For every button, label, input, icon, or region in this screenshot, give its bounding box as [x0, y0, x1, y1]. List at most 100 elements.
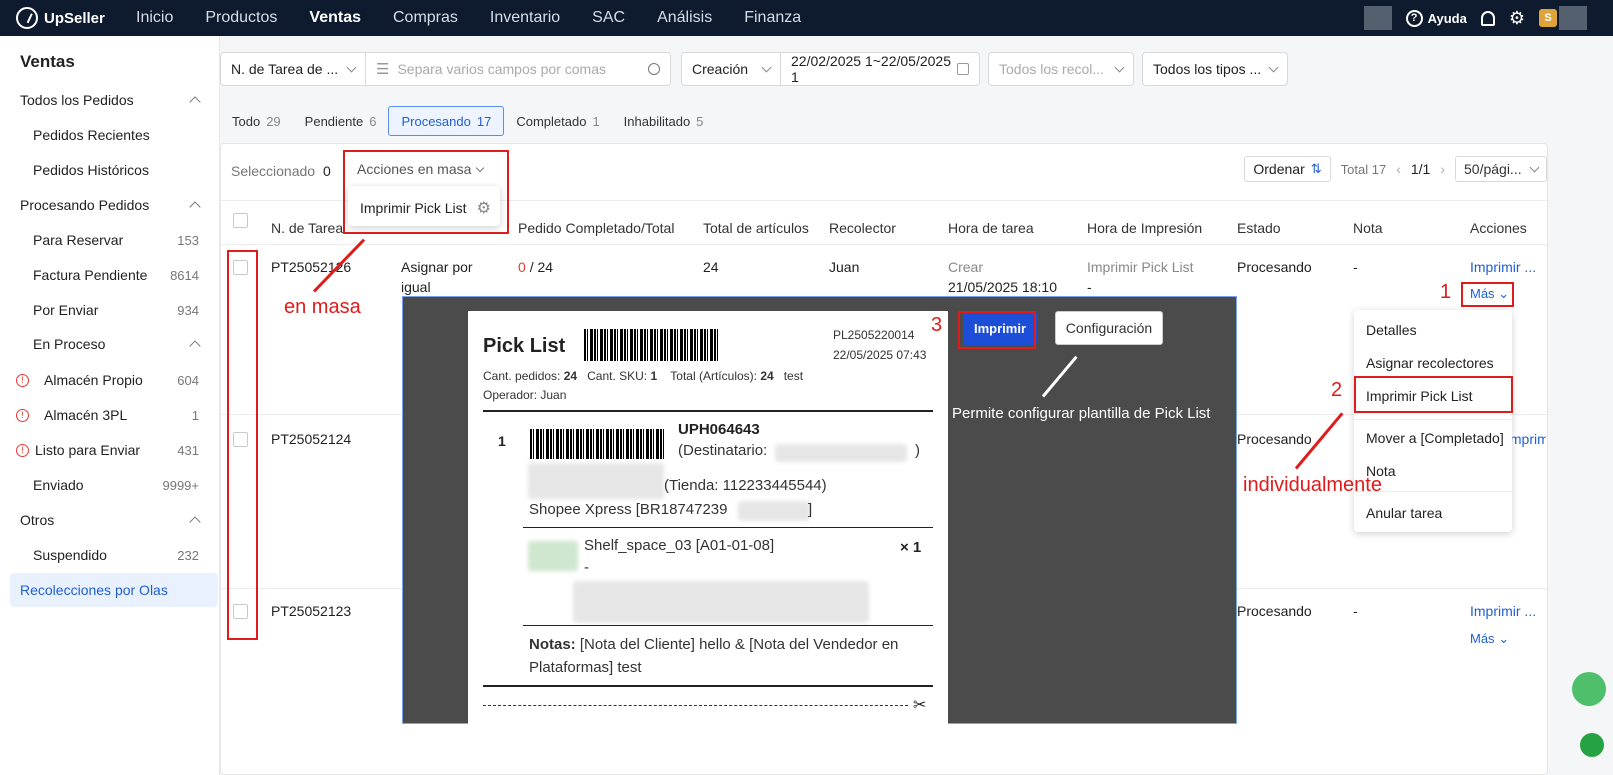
total-label: Total (Artículos):: [670, 369, 757, 383]
types-select[interactable]: Todos los tipos ...: [1142, 52, 1288, 86]
tab-todo[interactable]: Todo 29: [220, 106, 293, 136]
configuration-button[interactable]: Configuración: [1055, 311, 1163, 345]
sidebar-group-otros[interactable]: Otros: [0, 503, 219, 537]
completed-count: 0: [518, 259, 526, 275]
gear-icon[interactable]: ⚙: [1509, 9, 1525, 27]
blurred-product-name: [573, 581, 869, 623]
sidebar-item-label: Listo para Enviar: [35, 442, 141, 458]
sidebar-item-label: Pedidos Históricos: [33, 162, 149, 178]
tab-count: 1: [592, 113, 600, 129]
sidebar-item-label: Otros: [20, 512, 55, 528]
nav-compras[interactable]: Compras: [393, 9, 458, 27]
sidebar-item-suspendido[interactable]: Suspendido 232: [0, 538, 219, 572]
date-type-value: Creación: [692, 61, 749, 77]
upseller-logo[interactable]: UpSeller: [16, 7, 105, 29]
nav-analisis[interactable]: Análisis: [657, 9, 712, 27]
print-pick-list-link[interactable]: Imprimir ...: [1506, 429, 1546, 449]
question-icon: ?: [1405, 9, 1423, 27]
notes-label: Notas:: [529, 636, 576, 653]
page-indicator: 1/1: [1410, 161, 1431, 177]
sidebar-item-factura-pendiente[interactable]: Factura Pendiente 8614: [0, 258, 219, 292]
menu-item-mover-completado[interactable]: Mover a [Completado]: [1366, 430, 1504, 446]
nav-inicio[interactable]: Inicio: [136, 9, 173, 27]
print-time-label: Imprimir Pick List: [1087, 259, 1194, 275]
nav-sac[interactable]: SAC: [592, 9, 625, 27]
sidebar-item-pedidos-recientes[interactable]: Pedidos Recientes: [0, 118, 219, 152]
page-size-select[interactable]: 50/pági...: [1455, 156, 1547, 182]
sidebar-item-enviado[interactable]: Enviado 9999+: [0, 468, 219, 502]
menu-item-asignar-recolectores[interactable]: Asignar recolectores: [1366, 355, 1494, 371]
scissors-icon: ✂: [913, 697, 927, 714]
sidebar-item-por-enviar[interactable]: Por Enviar 934: [0, 293, 219, 327]
carrier-line: Shopee Xpress [BR18747239: [529, 501, 728, 518]
carrier-close: ]: [808, 501, 813, 518]
nav-inventario[interactable]: Inventario: [490, 9, 560, 27]
nav-ventas[interactable]: Ventas: [309, 9, 361, 27]
nav-finanza[interactable]: Finanza: [744, 9, 801, 27]
plan-badge-icon: S: [1539, 9, 1557, 27]
date-type-select[interactable]: Creación: [681, 52, 781, 86]
sidebar-item-pedidos-historicos[interactable]: Pedidos Históricos: [0, 153, 219, 187]
summary-note: test: [783, 369, 804, 383]
store-avatar[interactable]: [1363, 6, 1392, 30]
sidebar-item-count: 1: [191, 407, 199, 423]
chevron-up-icon: [189, 96, 201, 108]
print-pick-list-link[interactable]: Imprimir ...: [1470, 257, 1536, 277]
sidebar-group-en-proceso[interactable]: En Proceso: [0, 327, 219, 361]
task-time-label: Crear: [948, 259, 984, 275]
status-text: Procesando: [1237, 431, 1312, 447]
sort-label: Ordenar: [1253, 161, 1305, 177]
chevron-up-icon: [189, 201, 201, 213]
divider: [523, 625, 933, 626]
sidebar-group-procesando-pedidos[interactable]: Procesando Pedidos: [0, 188, 219, 222]
sidebar-item-almacen-propio[interactable]: ! Almacén Propio 604: [0, 363, 219, 397]
column-header-collector: Recolector: [829, 220, 896, 236]
sku-label: Cant. SKU:: [587, 369, 648, 383]
sidebar-item-recolecciones-por-olas[interactable]: Recolecciones por Olas: [10, 573, 218, 607]
task-type-select[interactable]: N. de Tarea de ...: [220, 52, 366, 86]
chevron-down-icon: [1268, 62, 1279, 72]
pick-list-title: Pick List: [483, 335, 566, 357]
collectors-select[interactable]: Todos los recol...: [988, 52, 1134, 86]
sidebar-item-label: Para Reservar: [33, 232, 124, 248]
tab-count: 29: [266, 113, 281, 129]
sidebar-group-todos-los-pedidos[interactable]: Todos los Pedidos: [0, 83, 219, 117]
select-all-checkbox[interactable]: [233, 213, 248, 228]
upseller-logo-icon: [16, 7, 38, 29]
collectors-placeholder: Todos los recol...: [999, 61, 1105, 77]
prev-page-icon[interactable]: ‹: [1396, 161, 1401, 177]
configuration-caption: Permite configurar plantilla de Pick Lis…: [952, 405, 1211, 422]
search-icon[interactable]: [648, 63, 660, 75]
divider: [483, 685, 933, 687]
user-menu[interactable]: S: [1539, 6, 1587, 30]
sidebar-item-count: 934: [177, 302, 199, 318]
note-text: -: [1353, 259, 1358, 275]
sidebar-item-para-reservar[interactable]: Para Reservar 153: [0, 223, 219, 257]
print-pick-list-link[interactable]: Imprimir ...: [1470, 601, 1536, 621]
bell-icon[interactable]: [1480, 10, 1495, 26]
nav-productos[interactable]: Productos: [205, 9, 277, 27]
menu-item-anular-tarea[interactable]: Anular tarea: [1366, 505, 1442, 521]
task-type-value: N. de Tarea de ...: [231, 61, 339, 77]
tab-procesando[interactable]: Procesando 17: [388, 106, 505, 136]
annotation-step-1: 1: [1440, 281, 1452, 303]
completed-total: 0 / 24: [518, 257, 553, 277]
selected-count: 0: [322, 163, 331, 179]
column-header-status: Estado: [1237, 220, 1281, 236]
menu-item-detalles[interactable]: Detalles: [1366, 322, 1417, 338]
date-range-picker[interactable]: 22/02/2025 1~22/05/2025 1: [780, 52, 980, 86]
annotation-box-print: [958, 311, 1036, 349]
tab-inhabilitado[interactable]: Inhabilitado 5: [612, 106, 716, 136]
whatsapp-icon[interactable]: [1580, 733, 1604, 757]
search-input[interactable]: ☰ Separa varios campos por comas: [365, 52, 671, 86]
help-button[interactable]: ? Ayuda: [1405, 9, 1467, 27]
chat-widget-icon[interactable]: [1572, 672, 1606, 706]
tab-pendiente[interactable]: Pendiente 6: [293, 106, 389, 136]
sort-button[interactable]: Ordenar ⇅: [1244, 156, 1331, 182]
sidebar-item-almacen-3pl[interactable]: ! Almacén 3PL 1: [0, 398, 219, 432]
sidebar-item-listo-para-enviar[interactable]: ! Listo para Enviar 431: [0, 433, 219, 467]
next-page-icon[interactable]: ›: [1440, 161, 1445, 177]
more-actions-button[interactable]: Más ⌄: [1470, 629, 1509, 649]
task-number: PT25052124: [271, 431, 352, 447]
tab-completado[interactable]: Completado 1: [504, 106, 611, 136]
